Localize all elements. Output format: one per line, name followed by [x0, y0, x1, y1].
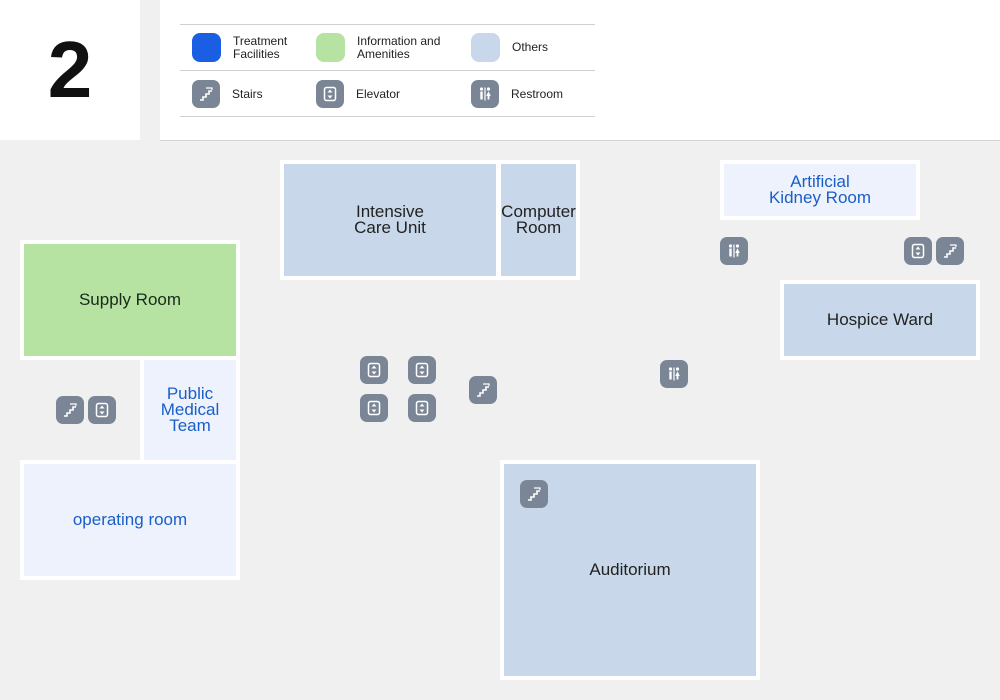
floor-indicator: 2 [0, 0, 140, 140]
legend-stairs: Stairs [192, 80, 327, 108]
room-public-medical-team[interactable]: Public Medical Team [140, 356, 240, 464]
room-label: Supply Room [78, 290, 182, 309]
legend-treatment-facilities: Treatment Facilities [192, 33, 328, 62]
room-label: Artificial Kidney Room [768, 172, 872, 207]
elevator-icon[interactable] [88, 396, 116, 424]
others-swatch [471, 33, 500, 62]
room-label: Intensive Care Unit [354, 202, 426, 237]
room-hospice-ward[interactable]: Hospice Ward [780, 280, 980, 360]
room-operating-room[interactable]: operating room [20, 460, 240, 580]
legend-label: Restroom [511, 86, 564, 101]
legend-divider [180, 116, 595, 117]
elevator-icon[interactable] [360, 356, 388, 384]
stairs-icon[interactable] [936, 237, 964, 265]
legend-label: Treatment Facilities [233, 33, 288, 61]
stairs-icon[interactable] [56, 396, 84, 424]
legend-divider [180, 24, 595, 25]
legend-label: Others [512, 40, 549, 54]
floor-number: 2 [47, 25, 93, 114]
room-label: Auditorium [589, 560, 671, 579]
legend-divider [180, 70, 595, 71]
stairs-icon[interactable] [469, 376, 497, 404]
room-label: Public Medical Team [160, 384, 220, 435]
elevator-icon [316, 80, 344, 108]
restroom-icon [471, 80, 499, 108]
legend-others: Others [471, 33, 607, 62]
stairs-icon[interactable] [520, 480, 548, 508]
information-swatch [316, 33, 345, 62]
legend-information-amenities: Information and Amenities [316, 33, 467, 62]
restroom-icon[interactable] [660, 360, 688, 388]
legend-restroom: Restroom [471, 80, 606, 108]
restroom-icon[interactable] [720, 237, 748, 265]
elevator-icon[interactable] [904, 237, 932, 265]
legend-label: Information and Amenities [357, 33, 441, 61]
legend-label: Stairs [232, 86, 263, 101]
legend-label: Elevator [356, 86, 401, 101]
legend-elevator: Elevator [316, 80, 451, 108]
room-supply-room[interactable]: Supply Room [20, 240, 240, 360]
room-computer-room[interactable]: Computer Room [497, 160, 580, 280]
treatment-swatch [192, 33, 221, 62]
legend-panel: Treatment Facilities Information and Ame… [160, 0, 1000, 141]
room-label: Hospice Ward [826, 310, 934, 329]
elevator-icon[interactable] [408, 356, 436, 384]
room-label: operating room [72, 510, 188, 529]
room-artificial-kidney-room[interactable]: Artificial Kidney Room [720, 160, 920, 220]
elevator-icon[interactable] [360, 394, 388, 422]
room-intensive-care-unit[interactable]: Intensive Care Unit [280, 160, 500, 280]
stairs-icon [192, 80, 220, 108]
elevator-icon[interactable] [408, 394, 436, 422]
room-label: Computer Room [501, 202, 576, 237]
